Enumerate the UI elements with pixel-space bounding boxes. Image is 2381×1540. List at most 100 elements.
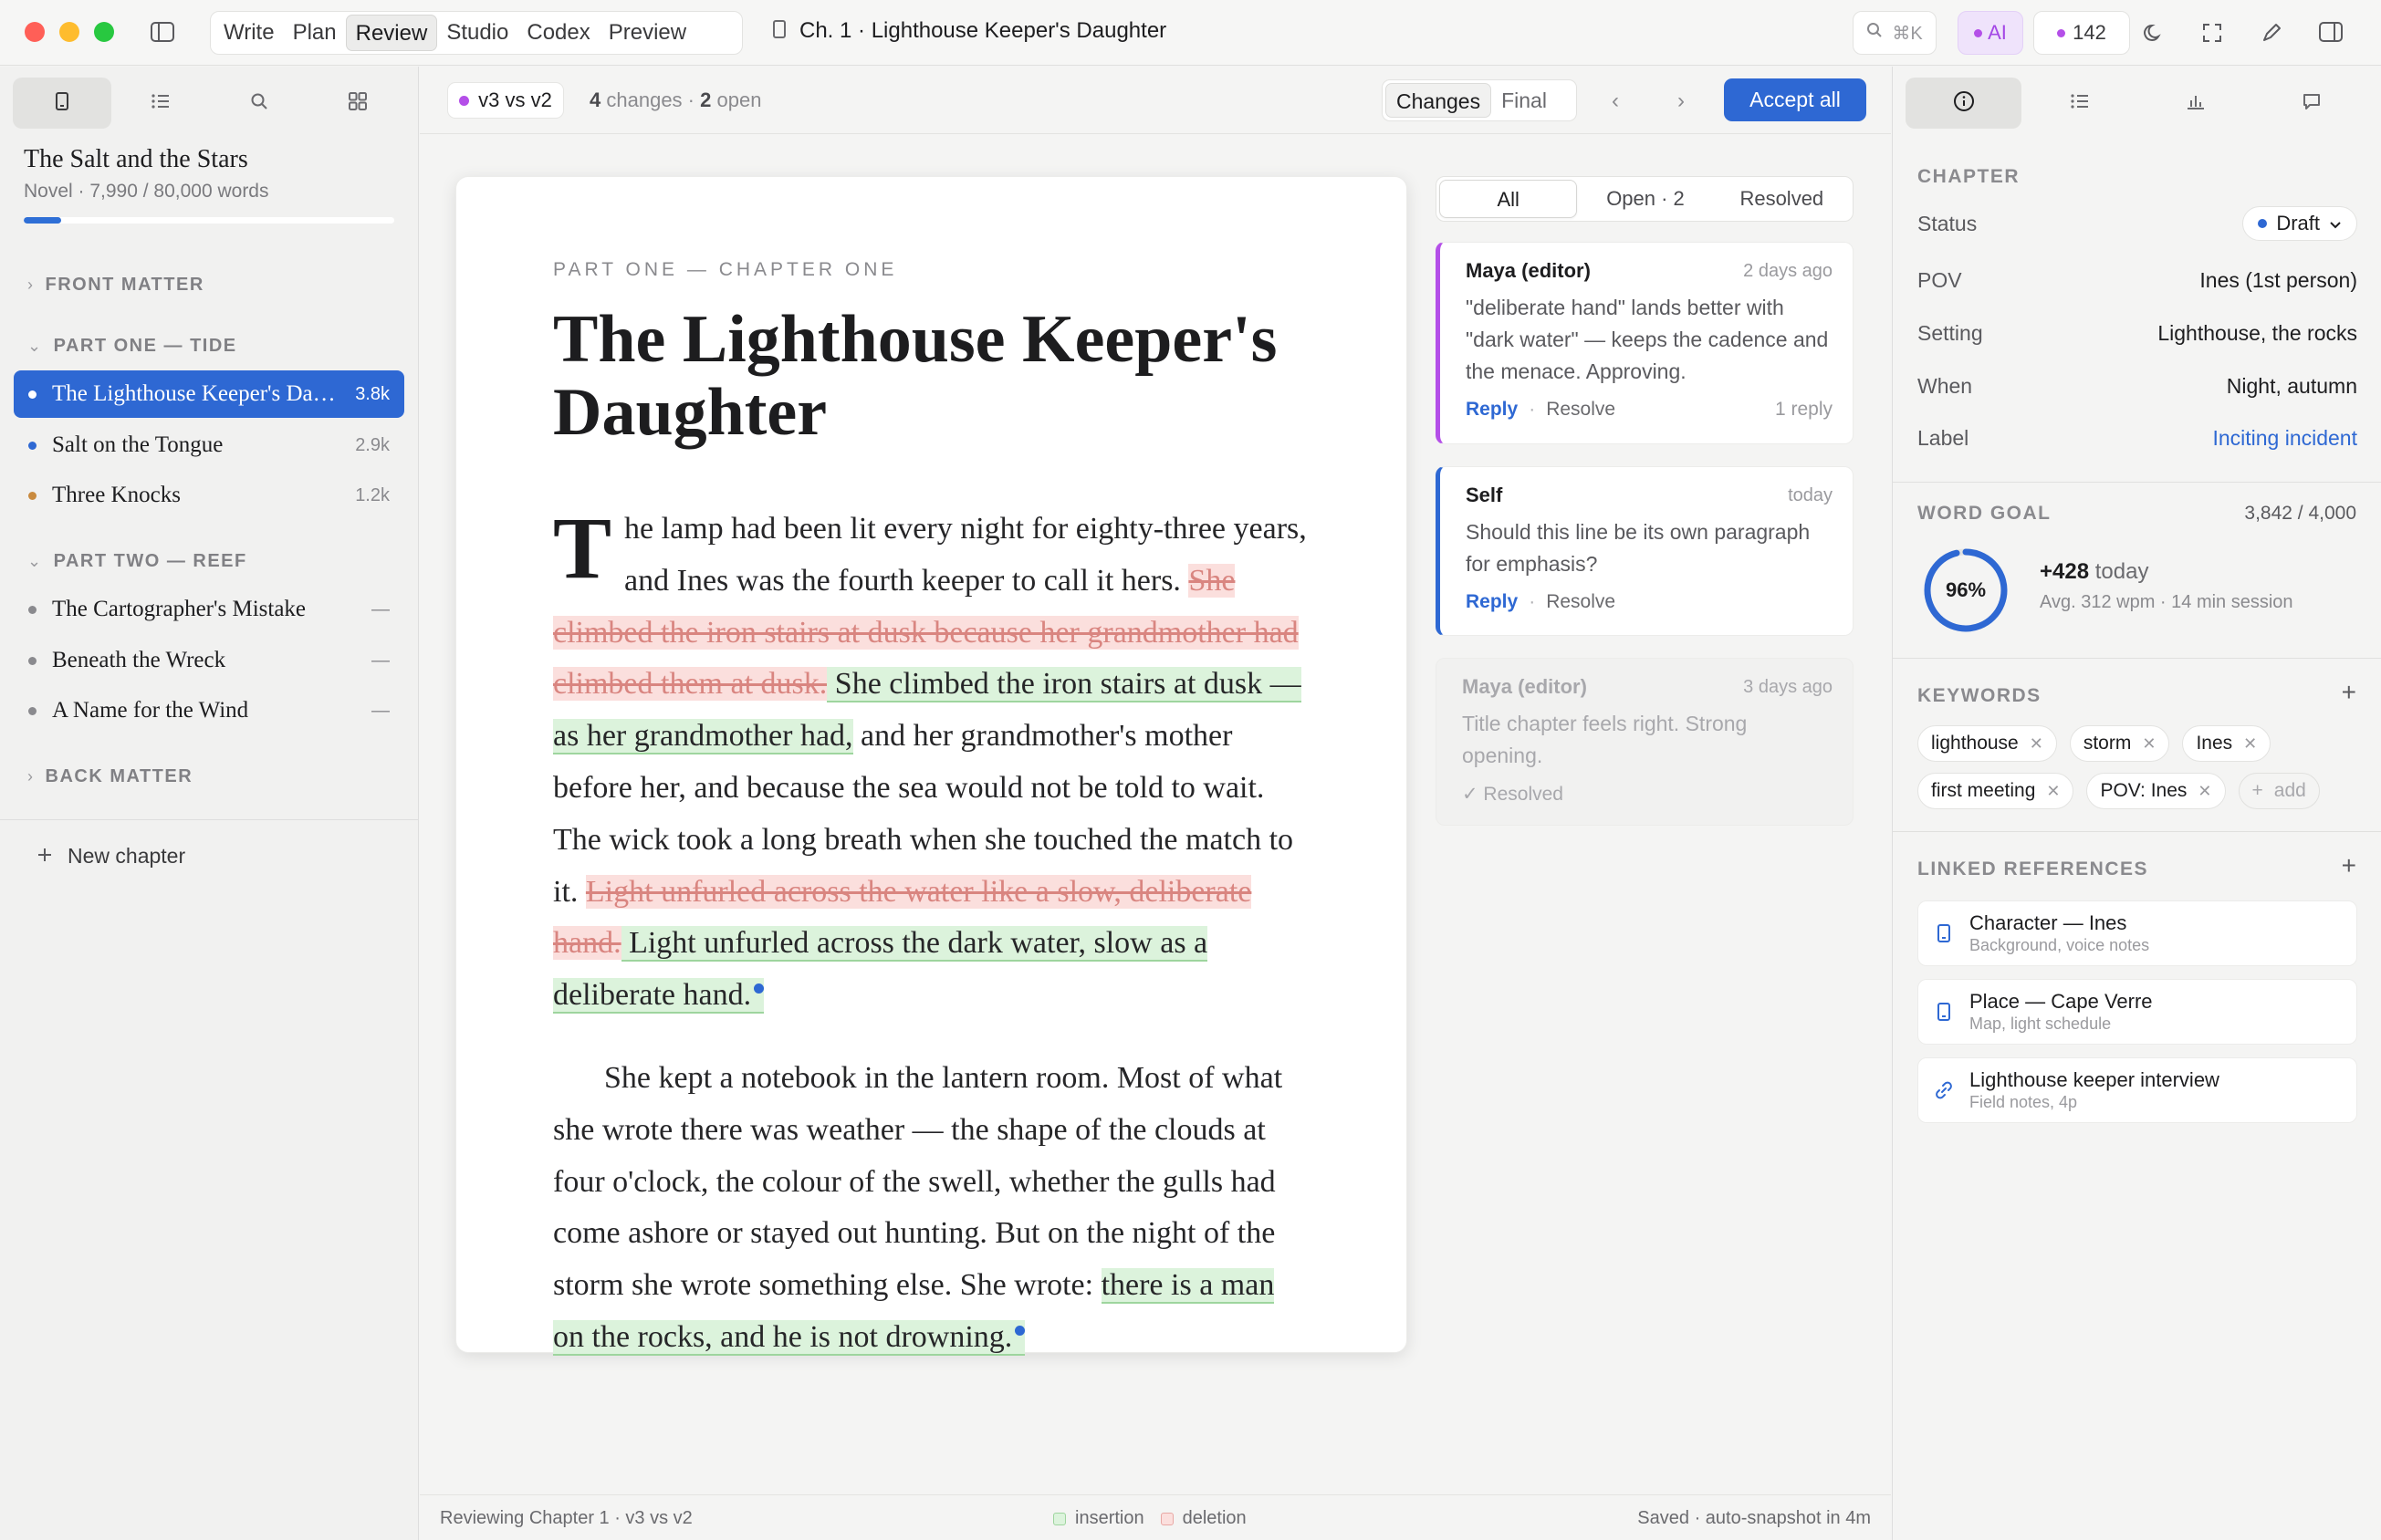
sidebar-toggle-icon[interactable] (150, 20, 175, 44)
section-label: BACK MATTER (45, 766, 193, 786)
keyword-chip[interactable]: lighthouse ✕ (1917, 725, 2057, 762)
reply-button[interactable]: Reply (1466, 591, 1518, 613)
comment-time: 3 days ago (1743, 676, 1833, 697)
tab-studio[interactable]: Studio (437, 15, 517, 51)
view-mode-toggle: Changes Final (1382, 79, 1577, 121)
reply-count[interactable]: 1 reply (1775, 399, 1833, 421)
comments-tab[interactable] (2253, 78, 2369, 129)
pov-value[interactable]: Ines (1st person) (2199, 268, 2357, 293)
tab-review[interactable]: Review (345, 15, 438, 51)
keyword-chip[interactable]: storm ✕ (2069, 725, 2170, 762)
inspector-toggle-icon[interactable] (2318, 20, 2344, 46)
add-reference-icon[interactable]: + (2342, 851, 2356, 880)
reference-card[interactable]: Place — Cape Verre Map, light schedule (1917, 979, 2357, 1045)
comment-card[interactable]: Maya (editor) 2 days ago "deliberate han… (1436, 242, 1854, 444)
reference-title: Lighthouse keeper interview (1969, 1068, 2219, 1091)
search-button[interactable]: ⌘K (1853, 11, 1937, 55)
chapter-word-count: — (371, 700, 390, 721)
close-window-button[interactable] (25, 22, 45, 42)
filter-all[interactable]: All (1439, 180, 1578, 218)
minimize-window-button[interactable] (59, 22, 79, 42)
paragraph[interactable]: She kept a notebook in the lantern room.… (553, 1053, 1312, 1364)
version-label: v3 vs v2 (478, 88, 552, 111)
view-changes-button[interactable]: Changes (1385, 83, 1492, 118)
remove-keyword-icon[interactable]: ✕ (2046, 782, 2060, 801)
ai-button[interactable]: AI (1958, 11, 2023, 55)
version-compare-button[interactable]: v3 vs v2 (447, 82, 564, 119)
accept-all-button[interactable]: Accept all (1724, 78, 1866, 121)
tab-write[interactable]: Write (214, 15, 284, 51)
section-part-one[interactable]: ⌄ PART ONE — TIDE (27, 336, 237, 357)
outline-tab[interactable] (111, 78, 210, 129)
info-tab[interactable] (1906, 78, 2021, 129)
drop-cap: T (553, 499, 612, 597)
chevron-right-icon: › (27, 767, 35, 786)
keyword-chip[interactable]: Ines ✕ (2182, 725, 2271, 762)
label-value[interactable]: Inciting incident (2212, 426, 2357, 451)
add-keyword-icon[interactable]: + (2342, 678, 2356, 707)
comment-marker-icon[interactable] (754, 983, 765, 994)
manuscript-text[interactable]: The lamp had been lit every night for ei… (553, 504, 1312, 1364)
section-back-matter[interactable]: › BACK MATTER (27, 766, 193, 787)
reply-button[interactable]: Reply (1466, 399, 1518, 421)
fullscreen-icon[interactable] (2199, 20, 2225, 46)
notifications-button[interactable]: 142 (2033, 11, 2130, 55)
insertion-mark[interactable]: Light unfurled across the dark water, sl… (553, 926, 1208, 1015)
tab-codex[interactable]: Codex (517, 15, 599, 51)
section-label: PART ONE — TIDE (53, 336, 237, 356)
reference-card[interactable]: Lighthouse keeper interview Field notes,… (1917, 1057, 2357, 1123)
comment-icon (2302, 92, 2322, 115)
chapter-item[interactable]: Three Knocks 1.2k (14, 472, 404, 519)
add-keyword-chip[interactable]: + add (2238, 773, 2320, 809)
section-front-matter[interactable]: › FRONT MATTER (27, 275, 204, 296)
remove-keyword-icon[interactable]: ✕ (2030, 734, 2043, 754)
add-keyword-label: add (2273, 780, 2306, 801)
outline-tab[interactable] (2021, 78, 2137, 129)
comment-marker-icon[interactable] (1015, 1325, 1026, 1336)
chapter-item[interactable]: A Name for the Wind — (14, 687, 404, 734)
list-icon (151, 92, 171, 115)
section-part-two[interactable]: ⌄ PART TWO — REEF (27, 551, 247, 572)
remove-keyword-icon[interactable]: ✕ (2198, 782, 2211, 801)
zoom-window-button[interactable] (94, 22, 114, 42)
resolve-button[interactable]: Resolve (1546, 591, 1615, 613)
filter-open[interactable]: Open · 2 (1577, 180, 1713, 218)
paragraph[interactable]: The lamp had been lit every night for ei… (553, 504, 1312, 1022)
keyword-text: POV: Ines (2100, 780, 2188, 801)
comment-card-resolved[interactable]: Maya (editor) 3 days ago Title chapter f… (1436, 658, 1854, 826)
chapter-item[interactable]: The Lighthouse Keeper's Daughter 3.8k (14, 370, 404, 418)
chapter-item[interactable]: Beneath the Wreck — (14, 637, 404, 684)
next-change-icon[interactable]: › (1677, 88, 1685, 114)
resolve-button[interactable]: Resolve (1546, 399, 1615, 421)
info-icon (1953, 90, 1975, 117)
tab-preview[interactable]: Preview (600, 15, 695, 51)
tab-plan[interactable]: Plan (284, 15, 346, 51)
keyword-chip[interactable]: POV: Ines ✕ (2086, 773, 2226, 809)
document-title: Ch. 1 · Lighthouse Keeper's Daughter (799, 18, 1167, 43)
search-tab[interactable] (210, 78, 308, 129)
comment-card[interactable]: Self today Should this line be its own p… (1436, 466, 1854, 636)
chapter-item[interactable]: Salt on the Tongue 2.9k (14, 421, 404, 469)
when-value[interactable]: Night, autumn (2227, 374, 2357, 399)
grid-tab[interactable] (308, 78, 407, 129)
filter-resolved[interactable]: Resolved (1714, 180, 1850, 218)
book-title: The Salt and the Stars (24, 145, 248, 173)
view-final-button[interactable]: Final (1491, 83, 1557, 118)
new-chapter-button[interactable]: New chapter (37, 844, 185, 869)
chapter-item[interactable]: The Cartographer's Mistake — (14, 586, 404, 633)
binder-tab[interactable] (13, 78, 111, 129)
pen-icon[interactable] (2259, 20, 2284, 46)
setting-value[interactable]: Lighthouse, the rocks (2157, 321, 2357, 346)
status-dropdown[interactable]: Draft (2242, 206, 2357, 241)
previous-change-icon[interactable]: ‹ (1612, 88, 1619, 114)
remove-keyword-icon[interactable]: ✕ (2243, 734, 2257, 754)
stats-tab[interactable] (2137, 78, 2253, 129)
notification-dot-icon (2057, 28, 2066, 37)
keyword-chip[interactable]: first meeting ✕ (1917, 773, 2074, 809)
keywords-title: KEYWORDS (1917, 685, 2042, 706)
reference-card[interactable]: Character — Ines Background, voice notes (1917, 900, 2357, 966)
comment-body: Should this line be its own paragraph fo… (1466, 520, 1811, 576)
keyword-text: storm (2083, 733, 2132, 754)
remove-keyword-icon[interactable]: ✕ (2142, 734, 2156, 754)
moon-icon[interactable] (2141, 20, 2167, 46)
